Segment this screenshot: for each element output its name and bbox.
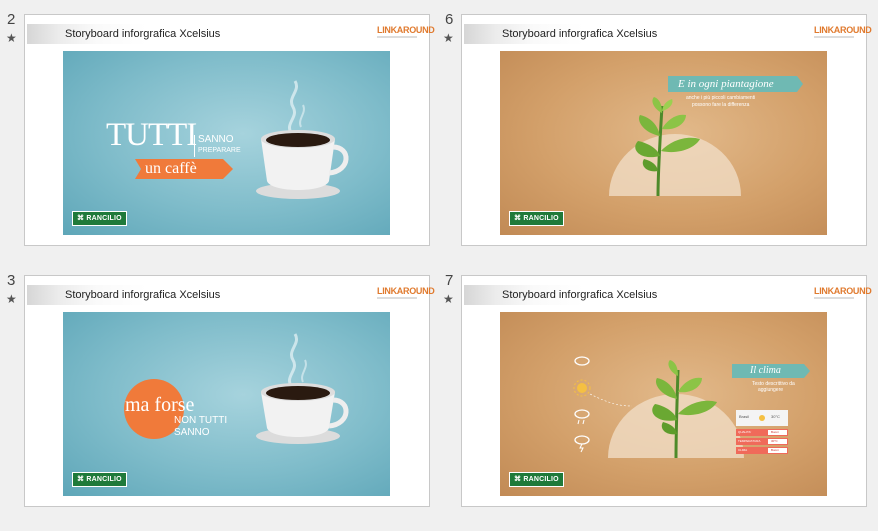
slide-header: Storyboard inforgrafica Xcelsius LINKARO…: [27, 24, 435, 44]
star-icon[interactable]: ★: [443, 292, 454, 306]
slide-graphics: [573, 356, 810, 459]
linkaround-logo: LINKAROUND: [814, 286, 872, 299]
slide-header: Storyboard inforgrafica Xcelsius LINKARO…: [464, 285, 872, 305]
row-value: Buoni: [771, 448, 779, 452]
line-sanno: SANNO: [174, 427, 210, 438]
row-label: TEMPERATURA: [738, 439, 761, 443]
slide-canvas: Il clima Testo descrittivo da aggiungere…: [500, 312, 827, 496]
slide-thumbnail-7[interactable]: Storyboard inforgrafica Xcelsius LINKARO…: [461, 275, 872, 507]
slide-header: Storyboard inforgrafica Xcelsius LINKARO…: [464, 24, 872, 44]
ribbon-text: un caffè: [145, 160, 197, 177]
slide-title: Storyboard inforgrafica Xcelsius: [502, 28, 658, 40]
banner-subtitle-1: anche i più piccoli cambiamenti: [686, 95, 756, 101]
banner-title: Il clima: [750, 365, 781, 376]
slide-number: 3: [7, 272, 16, 289]
slide-canvas: TUTTI SANNO PREPARARE un caffè ⌘ RANCILI…: [63, 51, 390, 235]
coffee: [266, 133, 330, 147]
banner-subtitle-2: aggiungere: [758, 387, 784, 393]
rancilio-logo: ⌘ RANCILIO: [72, 472, 127, 487]
rancilio-logo: ⌘ RANCILIO: [509, 211, 564, 226]
storm-cloud-icon: [574, 435, 590, 453]
cloud-icon: [574, 356, 590, 366]
slide-number: 6: [445, 11, 454, 28]
banner-title: E in ogni piantagione: [678, 78, 774, 90]
slide-graphics: [609, 76, 803, 197]
slide-thumbnail-3[interactable]: Storyboard inforgrafica Xcelsius LINKARO…: [24, 275, 435, 507]
rancilio-logo: ⌘ RANCILIO: [509, 472, 564, 487]
steam: [288, 333, 298, 387]
slide-number: 2: [7, 11, 16, 28]
badge-text: ma forse: [125, 394, 195, 416]
slide-title: Storyboard inforgrafica Xcelsius: [65, 289, 221, 301]
slide-thumbnail-6[interactable]: Storyboard inforgrafica Xcelsius LINKARO…: [461, 14, 872, 246]
slide-title: Storyboard inforgrafica Xcelsius: [502, 289, 658, 301]
linkaround-logo: LINKAROUND: [377, 286, 435, 299]
rancilio-logo: ⌘ RANCILIO: [72, 211, 127, 226]
rain-cloud-icon: [574, 409, 590, 425]
row-label: QUALITA': [738, 430, 752, 434]
slide-graphics: [124, 333, 349, 444]
slide-graphics: [135, 80, 349, 199]
star-icon[interactable]: ★: [6, 292, 17, 306]
panel-city: Brasil: [739, 414, 750, 419]
line-non-tutti: NON TUTTI: [174, 415, 228, 426]
coffee: [266, 386, 330, 400]
linkaround-logo: LINKAROUND: [814, 25, 872, 38]
slide-header: Storyboard inforgrafica Xcelsius LINKARO…: [27, 285, 435, 305]
steam: [288, 80, 298, 134]
star-icon[interactable]: ★: [6, 31, 17, 45]
slide-canvas: ma forse NON TUTTI SANNO ⌘ RANCILIO: [63, 312, 390, 496]
slide-canvas: E in ogni piantagione anche i più piccol…: [500, 51, 827, 235]
banner-subtitle-2: possono fare la differenza: [692, 102, 750, 108]
slide-number: 7: [445, 272, 454, 289]
row-value: 30°C: [771, 439, 778, 443]
slide-title: Storyboard inforgrafica Xcelsius: [65, 28, 221, 40]
row-value: Buoni: [771, 430, 779, 434]
linkaround-logo: LINKAROUND: [377, 25, 435, 38]
panel-temp: 30°C: [771, 414, 780, 419]
slide-thumbnail-2[interactable]: Storyboard inforgrafica Xcelsius LINKARO…: [24, 14, 435, 246]
star-icon[interactable]: ★: [443, 31, 454, 45]
sun-icon: [573, 379, 591, 397]
row-label: CLIMA: [738, 448, 748, 452]
